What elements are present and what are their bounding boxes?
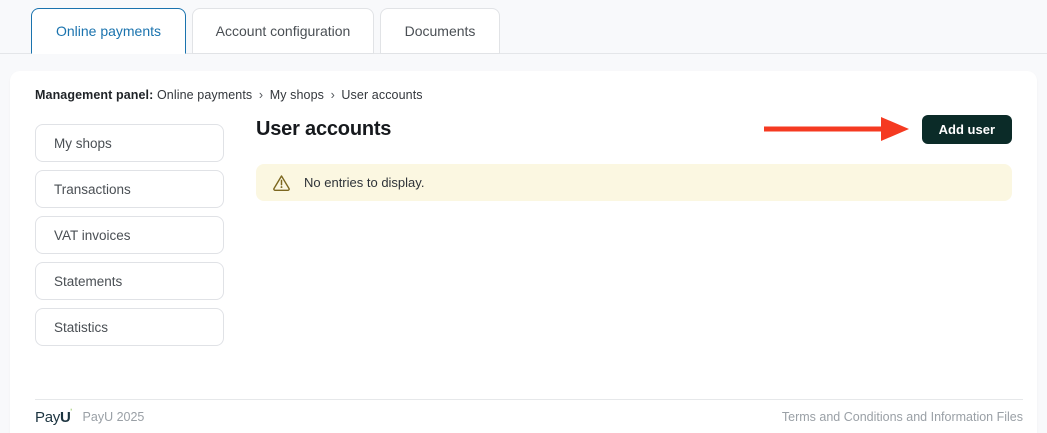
footer: PayUˈ PayU 2025 Terms and Conditions and… xyxy=(35,399,1023,433)
sidebar-item-label: Transactions xyxy=(54,181,131,197)
tab-account-configuration[interactable]: Account configuration xyxy=(192,8,374,54)
sidebar-item-label: My shops xyxy=(54,135,112,151)
footer-left: PayUˈ PayU 2025 xyxy=(35,408,144,426)
page-title: User accounts xyxy=(256,117,392,140)
breadcrumb-separator: › xyxy=(258,88,264,102)
breadcrumb-item-online-payments[interactable]: Online payments xyxy=(157,88,252,102)
warning-triangle-icon xyxy=(272,174,291,191)
sidebar-item-statistics[interactable]: Statistics xyxy=(35,308,224,346)
main-content: User accounts Add user No entries to dis… xyxy=(256,112,1012,354)
sidebar-item-statements[interactable]: Statements xyxy=(35,262,224,300)
sidebar-nav: My shops Transactions VAT invoices State… xyxy=(35,112,224,354)
sidebar-item-label: Statistics xyxy=(54,319,109,335)
breadcrumb-prefix: Management panel: xyxy=(35,88,154,102)
header-actions: Add user xyxy=(762,114,1012,144)
breadcrumb-separator: › xyxy=(330,88,335,102)
red-arrow-annotation xyxy=(763,117,909,141)
tab-documents[interactable]: Documents xyxy=(380,8,500,54)
sidebar-item-vat-invoices[interactable]: VAT invoices xyxy=(35,216,224,254)
alert-message: No entries to display. xyxy=(304,175,425,190)
top-tab-bar: Online payments Account configuration Do… xyxy=(0,0,1047,54)
no-entries-alert: No entries to display. xyxy=(256,164,1012,201)
payu-logo: PayUˈ xyxy=(35,407,73,426)
terms-and-conditions-link[interactable]: Terms and Conditions and Information Fil… xyxy=(782,410,1023,424)
tab-label: Documents xyxy=(404,23,476,39)
add-user-button[interactable]: Add user xyxy=(921,114,1012,144)
tab-online-payments[interactable]: Online payments xyxy=(31,8,186,54)
sidebar-item-transactions[interactable]: Transactions xyxy=(35,170,224,208)
main-header: User accounts Add user xyxy=(256,114,1012,144)
breadcrumb-item-my-shops[interactable]: My shops xyxy=(270,88,324,102)
sidebar-item-label: Statements xyxy=(54,273,123,289)
breadcrumb-item-user-accounts[interactable]: User accounts xyxy=(341,88,422,102)
content-panel: Management panel: Online payments › My s… xyxy=(10,71,1037,433)
footer-copyright: PayU 2025 xyxy=(82,409,145,424)
tab-label: Online payments xyxy=(55,23,162,39)
sidebar-item-my-shops[interactable]: My shops xyxy=(35,124,224,162)
sidebar-item-label: VAT invoices xyxy=(54,227,131,243)
breadcrumb: Management panel: Online payments › My s… xyxy=(35,88,1012,102)
tab-label: Account configuration xyxy=(215,23,351,39)
payu-logo-mark-icon: ˈ xyxy=(69,407,73,419)
content-row: My shops Transactions VAT invoices State… xyxy=(35,112,1012,354)
